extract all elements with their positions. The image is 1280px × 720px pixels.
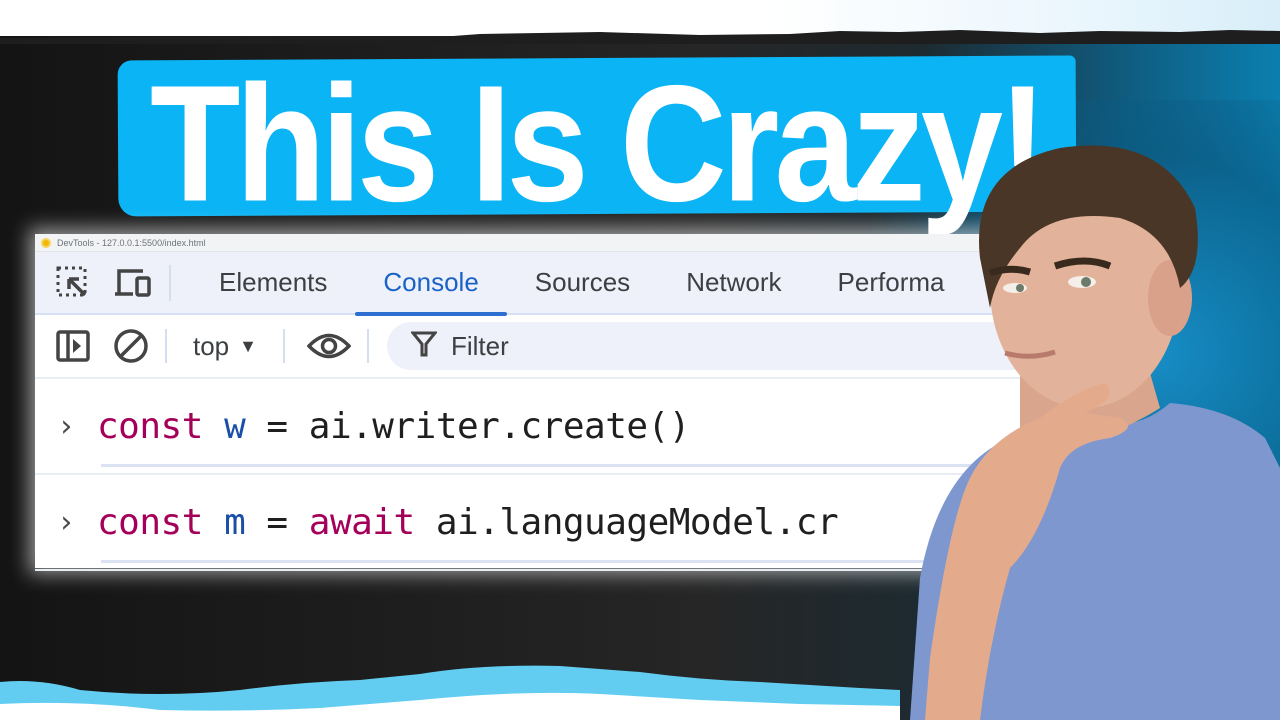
code-text: = (245, 501, 309, 543)
toolbar-divider (169, 264, 171, 301)
console-code: const w = ai.writer.create() (97, 406, 690, 447)
clear-console-icon[interactable] (111, 326, 151, 366)
tab-label: Network (686, 267, 782, 297)
code-text: ai.languageModel.cr (414, 501, 839, 543)
device-toolbar-icon[interactable] (111, 261, 155, 305)
tab-label: Sources (534, 267, 631, 297)
code-keyword: const (97, 405, 203, 447)
toolbar-divider (165, 329, 167, 363)
chevron-right-icon: › (57, 504, 76, 540)
toolbar-divider (366, 329, 369, 363)
console-code: const m = await ai.languageModel.cr (97, 501, 839, 543)
dropdown-arrow-icon: ▼ (239, 335, 257, 356)
code-keyword: await (308, 501, 415, 543)
toolbar-divider (282, 329, 285, 363)
code-variable: w (224, 405, 246, 447)
window-title: DevTools - 127.0.0.1:5500/index.html (57, 237, 206, 248)
filter-icon (409, 330, 439, 363)
paint-stroke-bottom (0, 665, 900, 720)
filter-placeholder: Filter (450, 330, 509, 361)
tab-label: Elements (219, 267, 328, 297)
context-value: top (193, 330, 230, 361)
tab-console[interactable]: Console (355, 251, 508, 316)
code-variable: m (224, 501, 246, 543)
presenter-photo (910, 145, 1280, 720)
tab-label: Console (383, 267, 479, 297)
context-selector[interactable]: top ▼ (181, 331, 269, 362)
code-keyword: const (97, 501, 203, 543)
show-sidebar-icon[interactable] (53, 326, 93, 366)
eye-icon[interactable] (305, 326, 353, 366)
code-text: = ai.writer.create() (245, 405, 690, 447)
chrome-logo-icon (41, 237, 51, 248)
tab-elements[interactable]: Elements (191, 251, 355, 314)
inspect-element-icon[interactable] (51, 261, 95, 305)
torn-paper-edge (0, 30, 1280, 44)
chevron-right-icon: › (57, 408, 76, 444)
tab-network[interactable]: Network (658, 251, 809, 314)
tab-sources[interactable]: Sources (507, 251, 658, 314)
